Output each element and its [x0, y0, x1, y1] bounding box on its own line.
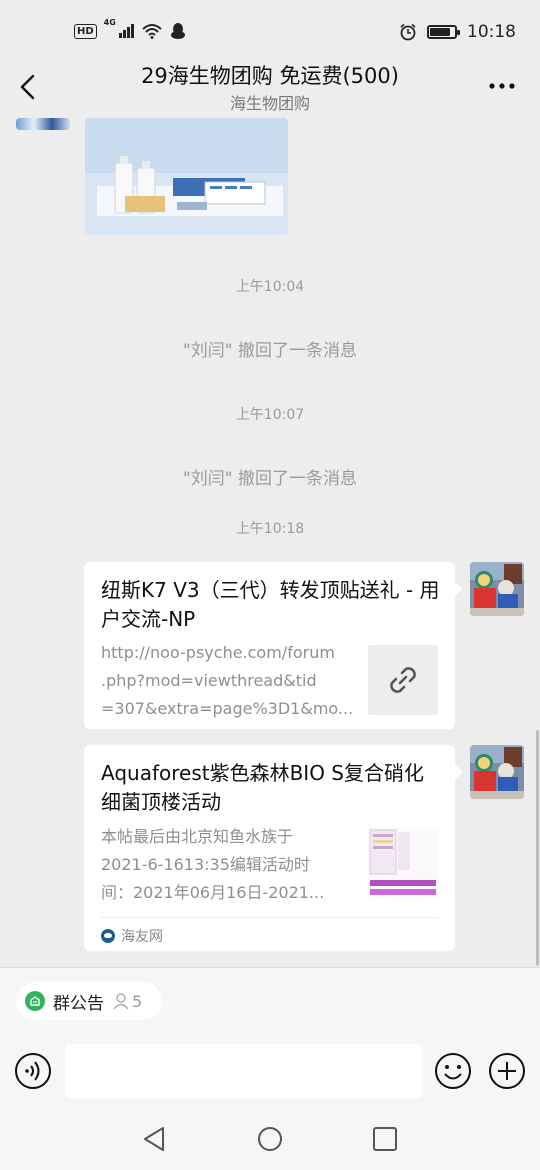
desc-line: 间：2021年06月16日-2021...: [101, 883, 325, 902]
cellular-signal-icon: 4G: [104, 18, 134, 38]
link-card[interactable]: 纽斯K7 V3（三代）转发顶贴送礼 - 用户交流-NP http://noo-p…: [84, 562, 463, 729]
message-input[interactable]: [65, 1044, 422, 1098]
timestamp: 上午10:04: [235, 279, 305, 295]
link-card-description: 本帖最后由北京知鱼水族于 2021-6-1613:35编辑活动时 间：2021年…: [101, 823, 324, 907]
desc-line: 本帖最后由北京知鱼水族于: [101, 827, 294, 846]
chat-scrollbar[interactable]: [536, 730, 539, 966]
sender-avatar[interactable]: [16, 118, 70, 130]
network-type: 4G: [103, 18, 116, 27]
chat-title: 29海生物团购 免运费(500): [141, 64, 399, 88]
link-card[interactable]: Aquaforest紫色森林BIO S复合硝化细菌顶楼活动 本帖最后由北京知鱼水…: [84, 745, 463, 951]
voice-input-icon[interactable]: [14, 1052, 52, 1090]
notice-icon: [25, 991, 45, 1011]
member-count: 5: [112, 992, 142, 1011]
person-icon: [113, 993, 129, 1010]
desc-line: http://noo-psyche.com/forum: [101, 643, 335, 662]
timestamp: 上午10:18: [235, 521, 305, 537]
chat-subtitle: 海生物团购: [229, 94, 310, 113]
chat-header: 29海生物团购 免运费(500) 海生物团购: [0, 50, 540, 120]
article-thumbnail-image: [368, 828, 438, 900]
battery-icon: [427, 25, 460, 39]
member-count-value: 5: [132, 991, 143, 1011]
link-card-title: 纽斯K7 V3（三代）转发顶贴送礼 - 用户交流-NP: [101, 578, 440, 631]
recall-notice: "刘闫" 撤回了一条消息: [182, 341, 358, 361]
system-nav-bar: [0, 1108, 540, 1170]
desc-line: 2021-6-1613:35编辑活动时: [101, 855, 310, 874]
link-card-source: 海友网: [101, 917, 438, 946]
my-avatar[interactable]: [470, 745, 524, 799]
nav-back-icon[interactable]: [139, 1124, 169, 1154]
plus-icon[interactable]: [488, 1052, 526, 1090]
link-card-description: http://noo-psyche.com/forum .php?mod=vie…: [101, 639, 353, 723]
my-avatar[interactable]: [470, 562, 524, 616]
group-notice-label: 群公告: [53, 993, 104, 1014]
alarm-icon: [400, 23, 416, 41]
emoji-icon[interactable]: [434, 1052, 472, 1090]
link-thumbnail: [368, 645, 438, 715]
qq-penguin-icon: [170, 23, 185, 39]
desc-line: .php?mod=viewthread&tid: [101, 671, 317, 690]
nav-recents-icon[interactable]: [370, 1124, 400, 1154]
input-bar: [0, 1038, 540, 1108]
timestamp: 上午10:07: [235, 407, 305, 423]
anime-avatar-image: [470, 562, 524, 616]
wifi-icon: [142, 24, 162, 39]
link-chain-icon: [390, 667, 416, 693]
nav-home-icon[interactable]: [255, 1124, 285, 1154]
haiyou-logo-icon: [101, 929, 115, 943]
link-thumbnail: [368, 828, 438, 900]
more-options-icon[interactable]: [488, 76, 516, 96]
clock: 10:18: [467, 22, 516, 42]
group-notice-button[interactable]: 群公告 5: [16, 982, 162, 1020]
anime-avatar-image: [470, 745, 524, 799]
image-message[interactable]: [85, 118, 288, 235]
source-name: 海友网: [121, 929, 163, 945]
link-card-title: Aquaforest紫色森林BIO S复合硝化细菌顶楼活动: [101, 761, 424, 814]
product-photo: [85, 118, 288, 235]
bottom-panel: 群公告 5: [0, 967, 540, 1170]
recall-notice: "刘闫" 撤回了一条消息: [182, 469, 358, 489]
hd-icon: HD: [74, 23, 97, 39]
desc-line: =307&extra=page%3D1&mo...: [101, 699, 354, 718]
